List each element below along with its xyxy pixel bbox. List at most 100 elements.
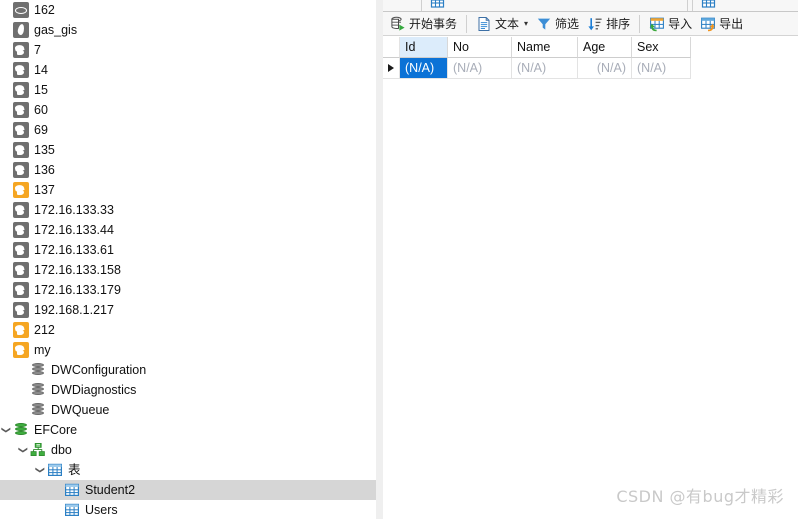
grid-column-header[interactable]: Age — [578, 37, 632, 58]
application-window: 162 gas_gis 7 14 15 60 69 135 136 137 172.16.133.3… — [0, 0, 798, 519]
tree-item[interactable]: 172.16.133.61 — [0, 240, 376, 260]
mysql-icon-active — [13, 322, 29, 338]
strip-separator — [421, 0, 422, 11]
grid-header-row[interactable]: Id No Name Age Sex — [383, 37, 798, 58]
tree-item-label: EFCore — [34, 423, 78, 437]
mysql-icon-active — [13, 182, 29, 198]
export-button[interactable]: 导出 — [696, 13, 747, 35]
funnel-filter-icon — [536, 16, 552, 32]
tree-item[interactable]: 172.16.133.33 — [0, 200, 376, 220]
text-button[interactable]: 文本 ▾ — [472, 13, 532, 35]
schema-icon — [30, 442, 46, 458]
toolbar-separator — [639, 14, 641, 33]
tree-item[interactable]: 172.16.133.179 — [0, 280, 376, 300]
mysql-icon-active — [13, 342, 29, 358]
tree-item-label: gas_gis — [34, 23, 78, 37]
import-label: 导入 — [668, 17, 693, 31]
chevron-down-icon[interactable]: ▾ — [524, 19, 528, 28]
tree-item-label: Student2 — [85, 483, 136, 497]
tree-item[interactable]: ❯ EFCore — [0, 420, 376, 440]
tree-item[interactable]: my — [0, 340, 376, 360]
mysql-icon — [13, 302, 29, 318]
tree-item[interactable]: 135 — [0, 140, 376, 160]
tree-item[interactable]: 192.168.1.217 — [0, 300, 376, 320]
tree-item-label: DWQueue — [51, 403, 110, 417]
grid-icon[interactable] — [430, 0, 445, 9]
table-folder-icon — [47, 462, 63, 478]
sort-button[interactable]: 排序 — [583, 13, 634, 35]
tree-item[interactable]: DWConfiguration — [0, 360, 376, 380]
tree-item-label: DWDiagnostics — [51, 383, 137, 397]
begin-transaction-button[interactable]: 开始事务 — [386, 13, 461, 35]
data-grid[interactable]: Id No Name Age Sex (N/A) (N/A) (N/A) (N/A) (N/A) — [383, 37, 798, 79]
tree-item[interactable]: 69 — [0, 120, 376, 140]
export-grid-icon — [700, 16, 716, 32]
oval-db-icon — [13, 2, 29, 18]
begin-transaction-label: 开始事务 — [409, 17, 458, 31]
grid-cell[interactable]: (N/A) — [578, 58, 632, 79]
tree-item-label: 172.16.133.158 — [34, 263, 121, 277]
tree-item-label: DWConfiguration — [51, 363, 147, 377]
grid-column-header[interactable]: Id — [400, 37, 448, 58]
toolbar-separator — [466, 14, 468, 33]
header-row-marker — [383, 37, 400, 58]
tree-item-label: 15 — [34, 83, 48, 97]
grid-row[interactable]: (N/A) (N/A) (N/A) (N/A) (N/A) — [383, 58, 798, 79]
mysql-icon — [13, 202, 29, 218]
tree-item[interactable]: gas_gis — [0, 20, 376, 40]
tree-item[interactable]: 162 — [0, 0, 376, 20]
mysql-icon — [13, 282, 29, 298]
tree-item[interactable]: 15 — [0, 80, 376, 100]
tree-item[interactable]: Users — [0, 500, 376, 519]
tree-item[interactable]: 60 — [0, 100, 376, 120]
mysql-icon — [13, 242, 29, 258]
data-editor-panel: 开始事务 文本 ▾ 筛选 排序 导入 导出 Id No Name Age Sex… — [383, 0, 798, 519]
tree-item[interactable]: 136 — [0, 160, 376, 180]
grid-column-header[interactable]: Sex — [632, 37, 691, 58]
mysql-icon — [13, 262, 29, 278]
grid-cell[interactable]: (N/A) — [448, 58, 512, 79]
mysql-icon — [13, 142, 29, 158]
grid-cell[interactable]: (N/A) — [632, 58, 691, 79]
strip-separator — [692, 0, 693, 11]
mysql-icon — [13, 42, 29, 58]
grid-cell[interactable]: (N/A) — [512, 58, 578, 79]
tree-item-label: 136 — [34, 163, 55, 177]
tree-item[interactable]: ❯ 表 — [0, 460, 376, 480]
tree-item-label: 192.168.1.217 — [34, 303, 114, 317]
connection-tree[interactable]: 162 gas_gis 7 14 15 60 69 135 136 137 172.16.133.3… — [0, 0, 376, 519]
tree-item[interactable]: 212 — [0, 320, 376, 340]
grid-column-header[interactable]: No — [448, 37, 512, 58]
tree-item[interactable]: ❯ dbo — [0, 440, 376, 460]
tree-item[interactable]: DWDiagnostics — [0, 380, 376, 400]
data-toolbar: 开始事务 文本 ▾ 筛选 排序 导入 导出 — [383, 12, 798, 36]
feather-icon — [13, 22, 29, 38]
tree-item-label: Users — [85, 503, 118, 517]
tree-item[interactable]: 14 — [0, 60, 376, 80]
filter-button[interactable]: 筛选 — [532, 13, 583, 35]
database-icon — [30, 382, 46, 398]
tree-item[interactable]: 172.16.133.44 — [0, 220, 376, 240]
database-icon-open — [13, 422, 29, 438]
mysql-icon — [13, 62, 29, 78]
text-button-label: 文本 — [495, 17, 520, 31]
strip-separator — [687, 0, 688, 11]
import-button[interactable]: 导入 — [645, 13, 696, 35]
tree-item[interactable]: 172.16.133.158 — [0, 260, 376, 280]
sort-label: 排序 — [606, 17, 631, 31]
grid-cell[interactable]: (N/A) — [400, 58, 448, 79]
grid-body[interactable]: (N/A) (N/A) (N/A) (N/A) (N/A) — [383, 58, 798, 79]
tree-item-label: 172.16.133.44 — [34, 223, 114, 237]
tree-item-label: 172.16.133.61 — [34, 243, 114, 257]
tree-item[interactable]: Student2 — [0, 480, 376, 500]
database-icon — [30, 402, 46, 418]
mysql-icon — [13, 222, 29, 238]
tree-item[interactable]: 137 — [0, 180, 376, 200]
row-current-indicator[interactable] — [383, 58, 400, 79]
grid-column-header[interactable]: Name — [512, 37, 578, 58]
connection-tree-panel[interactable]: 162 gas_gis 7 14 15 60 69 135 136 137 172.16.133.3… — [0, 0, 376, 519]
grid-icon[interactable] — [701, 0, 716, 9]
tree-item[interactable]: DWQueue — [0, 400, 376, 420]
filter-label: 筛选 — [555, 17, 580, 31]
tree-item[interactable]: 7 — [0, 40, 376, 60]
